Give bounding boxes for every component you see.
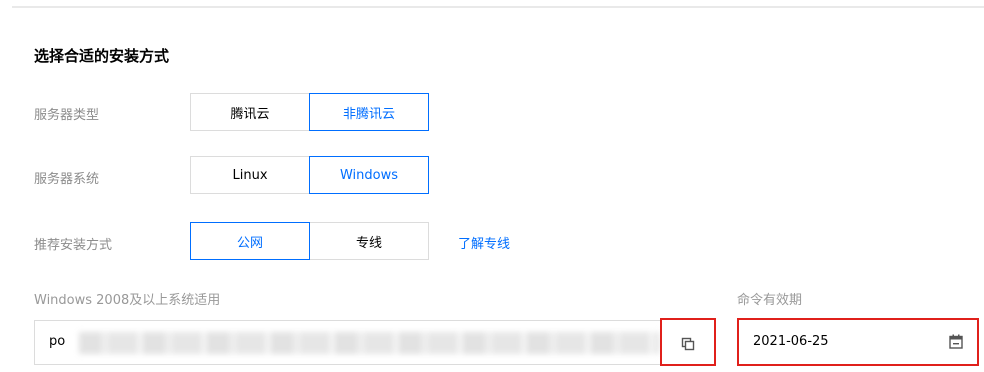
command-text: po: [49, 334, 66, 349]
server-type-label: 服务器类型: [34, 108, 100, 123]
install-method-label: 推荐安装方式: [34, 238, 113, 253]
expiry-label: 命令有效期: [737, 293, 803, 308]
server-type-option-tencent[interactable]: 腾讯云: [190, 93, 310, 131]
server-os-label: 服务器系统: [34, 172, 100, 187]
server-os-option-windows[interactable]: Windows: [309, 156, 429, 194]
command-label: Windows 2008及以上系统适用: [34, 293, 221, 308]
expiry-date-value: 2021-06-25: [753, 334, 829, 349]
copy-button[interactable]: [660, 318, 716, 366]
server-os-segmented: Linux Windows: [190, 156, 429, 194]
section-title: 选择合适的安装方式: [34, 47, 170, 65]
server-type-segmented: 腾讯云 非腾讯云: [190, 93, 429, 131]
install-method-segmented: 公网 专线: [190, 222, 429, 260]
expiry-date-picker[interactable]: 2021-06-25: [737, 318, 979, 366]
install-method-option-dedicated[interactable]: 专线: [309, 222, 429, 260]
command-redacted: [79, 332, 659, 354]
command-field[interactable]: po: [34, 320, 714, 365]
install-method-option-public[interactable]: 公网: [190, 222, 310, 260]
server-type-option-non-tencent[interactable]: 非腾讯云: [309, 93, 429, 131]
top-divider: [12, 6, 984, 8]
copy-icon: [681, 337, 695, 351]
calendar-icon: [949, 334, 963, 349]
server-os-option-linux[interactable]: Linux: [190, 156, 310, 194]
learn-dedicated-link[interactable]: 了解专线: [458, 233, 510, 252]
